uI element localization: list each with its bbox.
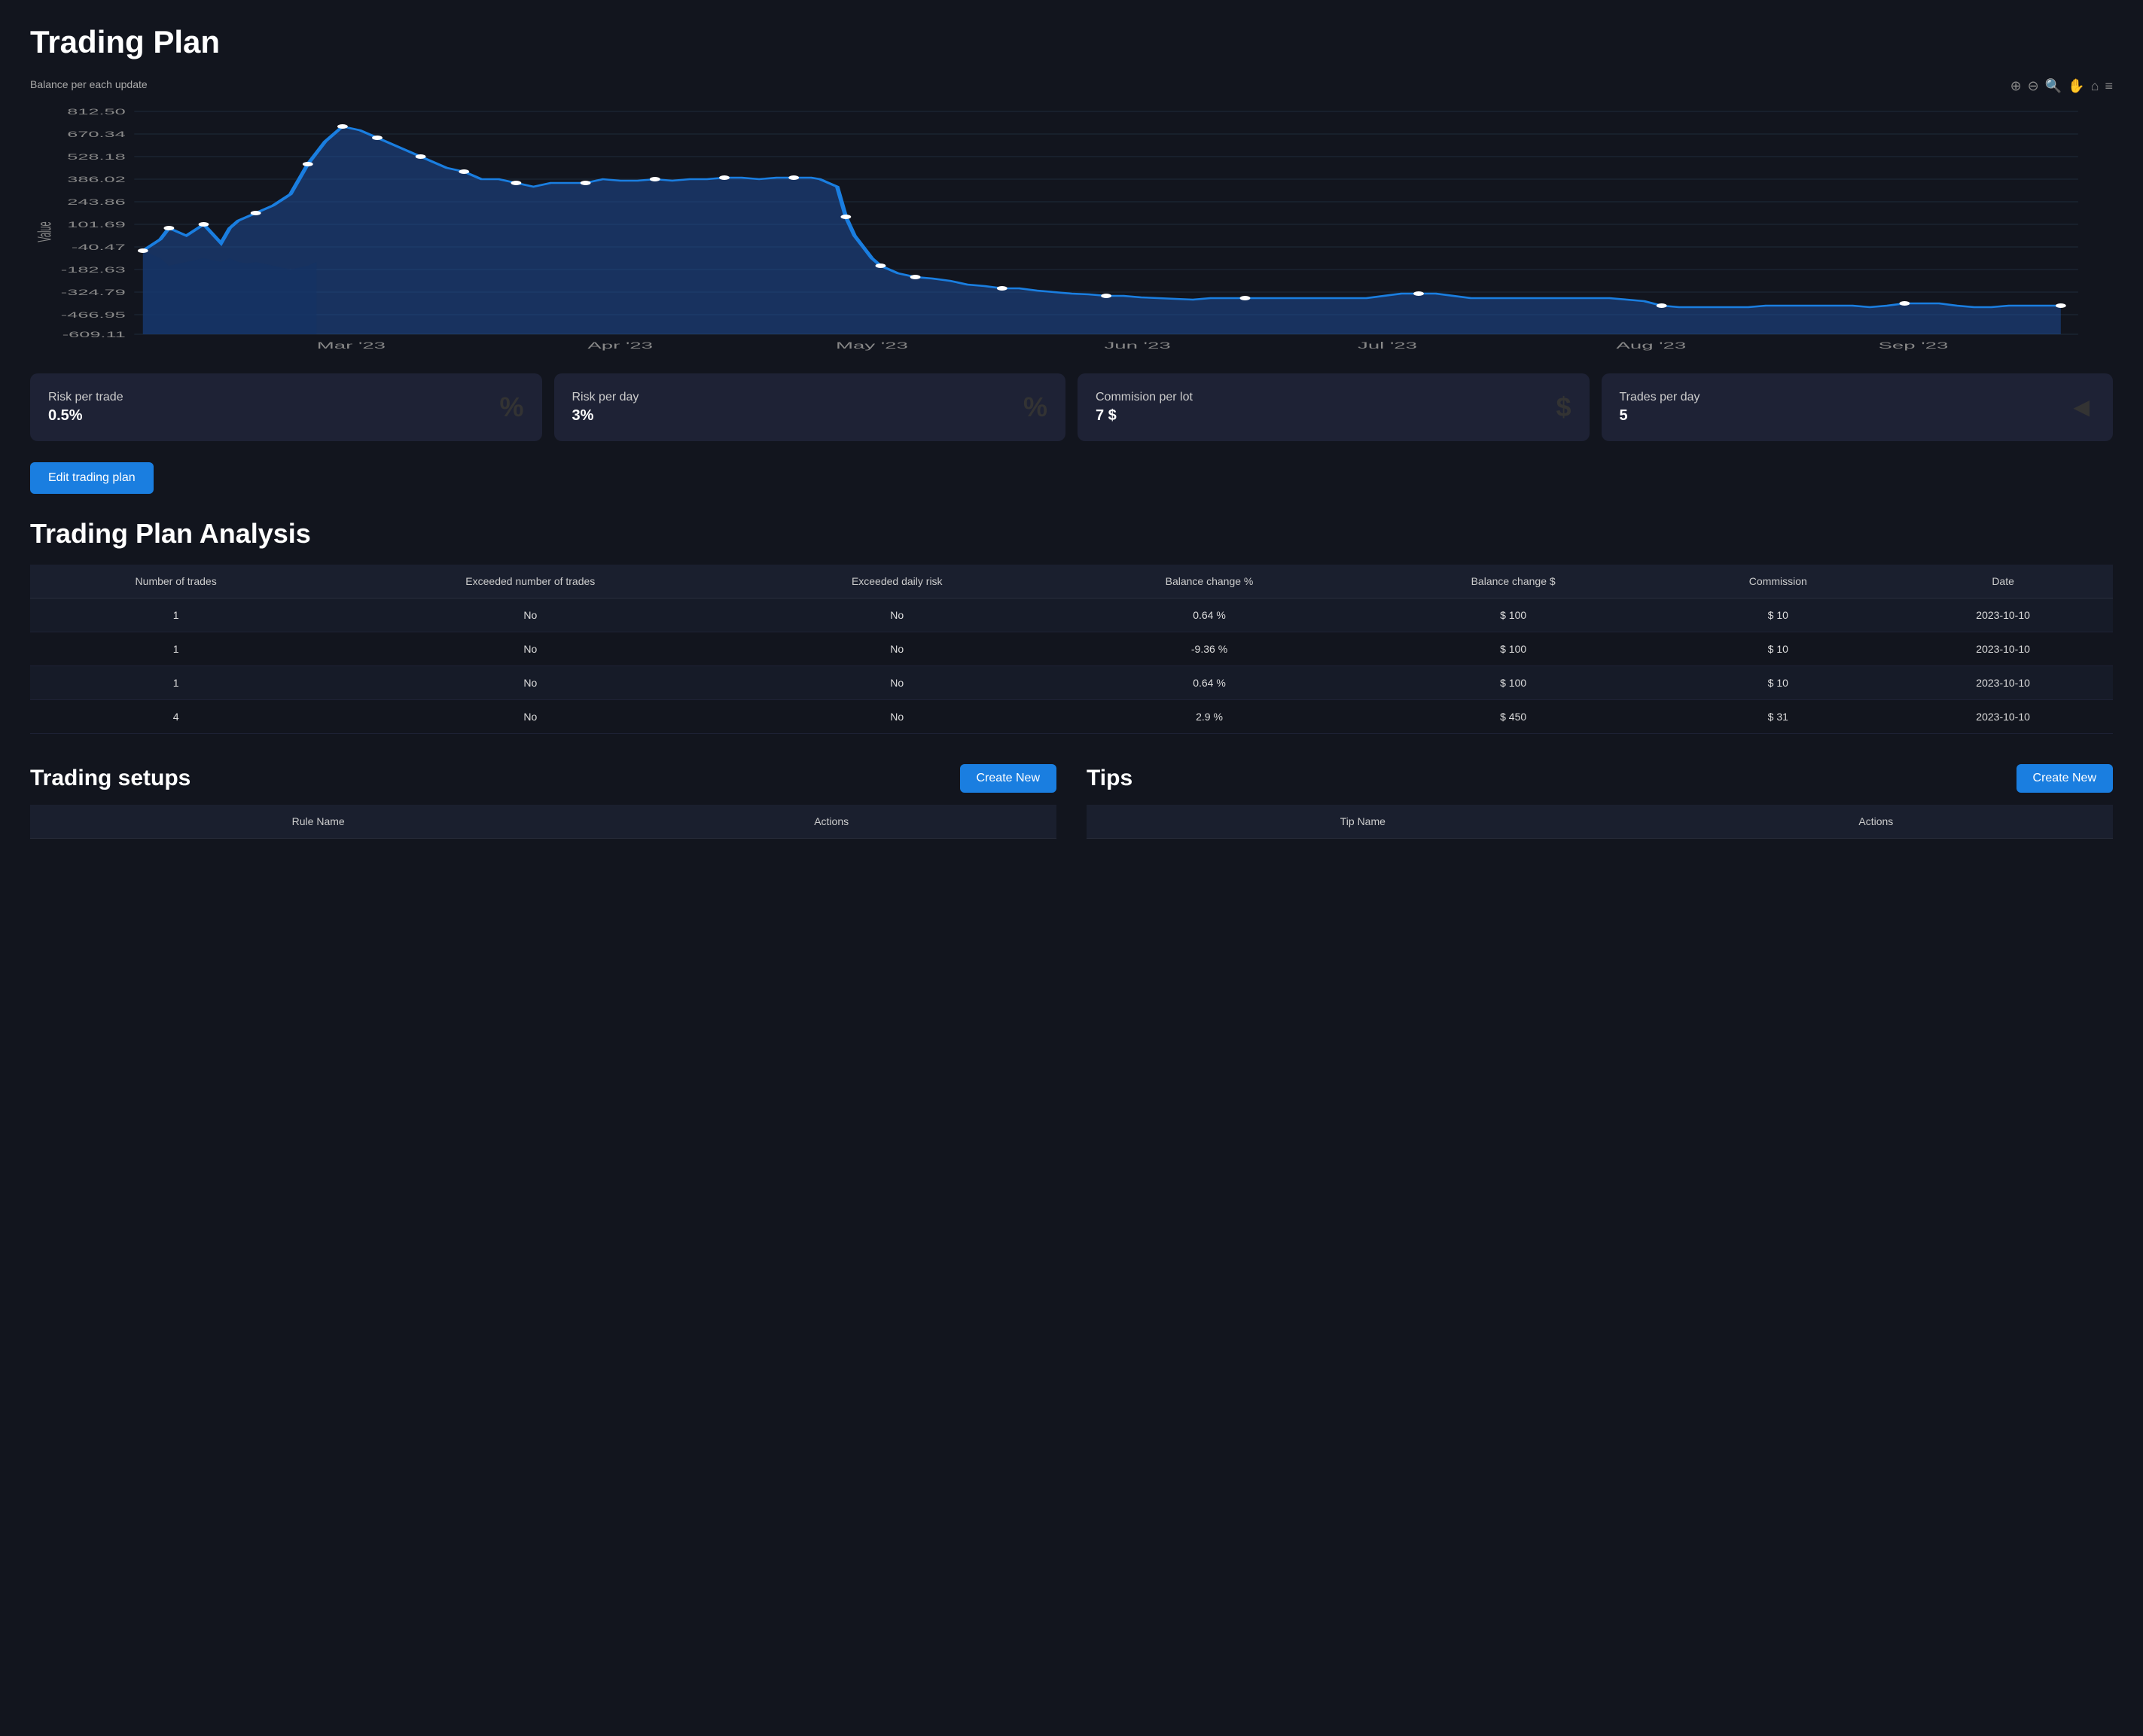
col-num-trades: Number of trades: [30, 565, 322, 598]
metric-icon-arrow: ◄: [2068, 391, 2095, 423]
metric-icon-dollar: $: [1556, 391, 1571, 423]
svg-text:Jun '23: Jun '23: [1104, 340, 1170, 351]
chart-section: Balance per each update ⊕ ⊖ 🔍 ✋ ⌂ ≡: [30, 78, 2113, 352]
zoom-in-icon[interactable]: ⊕: [2010, 78, 2022, 94]
tips-title: Tips: [1087, 766, 1132, 791]
col-balance-pct: Balance change %: [1055, 565, 1364, 598]
trading-setups-header: Trading setups Create New: [30, 764, 1056, 793]
pan-icon[interactable]: ✋: [2068, 78, 2084, 94]
metric-icon-percent-1: %: [499, 391, 523, 423]
svg-text:May '23: May '23: [836, 340, 908, 351]
col-date: Date: [1893, 565, 2113, 598]
svg-text:670.34: 670.34: [67, 129, 126, 139]
metric-value-trades-per-day: 5: [1620, 407, 1700, 425]
col-balance-dollar: Balance change $: [1364, 565, 1663, 598]
svg-text:-40.47: -40.47: [72, 242, 126, 251]
svg-text:243.86: 243.86: [67, 197, 126, 206]
table-row: 1NoNo-9.36 %$ 100$ 102023-10-10: [30, 632, 2113, 666]
menu-icon[interactable]: ≡: [2105, 78, 2113, 94]
svg-text:Mar '23: Mar '23: [317, 340, 386, 351]
home-icon[interactable]: ⌂: [2091, 78, 2099, 94]
metric-value-commission: 7 $: [1096, 407, 1193, 425]
analysis-table: Number of trades Exceeded number of trad…: [30, 565, 2113, 734]
svg-text:-324.79: -324.79: [61, 288, 126, 297]
svg-text:812.50: 812.50: [67, 107, 126, 116]
zoom-out-icon[interactable]: ⊖: [2028, 78, 2039, 94]
svg-text:Value: Value: [35, 221, 56, 242]
metric-title-risk-per-day: Risk per day: [572, 391, 639, 404]
metric-title-risk-per-trade: Risk per trade: [48, 391, 123, 404]
svg-text:Aug '23: Aug '23: [1616, 340, 1686, 351]
col-commission: Commission: [1663, 565, 1893, 598]
metric-title-commission: Commision per lot: [1096, 391, 1193, 404]
tips-col-name: Tip Name: [1087, 805, 1639, 839]
trading-setups-section: Trading setups Create New Rule Name Acti…: [30, 764, 1056, 839]
tips-header: Tips Create New: [1087, 764, 2113, 793]
tips-table: Tip Name Actions: [1087, 805, 2113, 839]
chart-toolbar: ⊕ ⊖ 🔍 ✋ ⌂ ≡: [2010, 78, 2113, 94]
tips-section: Tips Create New Tip Name Actions: [1087, 764, 2113, 839]
metric-value-risk-per-day: 3%: [572, 407, 639, 425]
tips-col-actions: Actions: [1639, 805, 2113, 839]
svg-text:101.69: 101.69: [67, 220, 126, 229]
svg-text:-609.11: -609.11: [62, 330, 126, 339]
metric-value-risk-per-trade: 0.5%: [48, 407, 123, 425]
metric-title-trades-per-day: Trades per day: [1620, 391, 1700, 404]
edit-trading-plan-button[interactable]: Edit trading plan: [30, 462, 154, 494]
setups-col-rule: Rule Name: [30, 805, 606, 839]
metric-card-risk-per-day: Risk per day 3% %: [554, 373, 1066, 441]
bottom-row: Trading setups Create New Rule Name Acti…: [30, 764, 2113, 839]
trading-setups-title: Trading setups: [30, 766, 191, 791]
svg-text:Jul '23: Jul '23: [1358, 340, 1417, 351]
metrics-row: Risk per trade 0.5% % Risk per day 3% % …: [30, 373, 2113, 441]
table-row: 1NoNo0.64 %$ 100$ 102023-10-10: [30, 666, 2113, 700]
chart-area: 812.50 670.34 528.18 386.02 243.86 101.6…: [30, 96, 2113, 352]
col-exceeded-risk: Exceeded daily risk: [739, 565, 1055, 598]
svg-text:528.18: 528.18: [67, 152, 126, 161]
search-icon[interactable]: 🔍: [2045, 78, 2062, 94]
metric-card-commission: Commision per lot 7 $ $: [1078, 373, 1590, 441]
table-row: 1NoNo0.64 %$ 100$ 102023-10-10: [30, 598, 2113, 632]
svg-text:Apr '23: Apr '23: [587, 340, 653, 351]
metric-card-risk-per-trade: Risk per trade 0.5% %: [30, 373, 542, 441]
svg-text:-466.95: -466.95: [61, 310, 126, 319]
table-row: 4NoNo2.9 %$ 450$ 312023-10-10: [30, 700, 2113, 734]
metric-card-trades-per-day: Trades per day 5 ◄: [1602, 373, 2114, 441]
metric-icon-percent-2: %: [1023, 391, 1047, 423]
chart-label: Balance per each update: [30, 78, 2113, 90]
svg-text:-182.63: -182.63: [61, 265, 126, 274]
analysis-title: Trading Plan Analysis: [30, 518, 2113, 550]
setups-col-actions: Actions: [606, 805, 1056, 839]
create-setup-button[interactable]: Create New: [960, 764, 1056, 793]
svg-text:Sep '23: Sep '23: [1878, 340, 1948, 351]
page-title: Trading Plan: [30, 24, 2113, 60]
col-exceeded-trades: Exceeded number of trades: [322, 565, 739, 598]
setups-table: Rule Name Actions: [30, 805, 1056, 839]
svg-text:386.02: 386.02: [67, 175, 126, 184]
create-tip-button[interactable]: Create New: [2016, 764, 2113, 793]
